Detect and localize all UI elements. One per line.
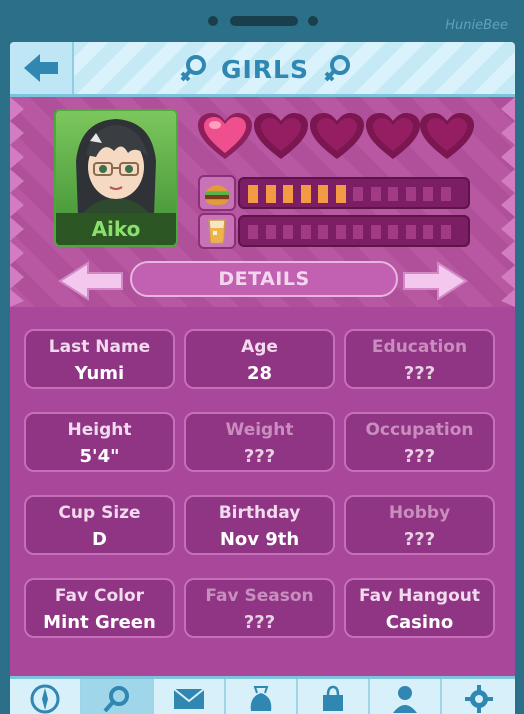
heart-icon bbox=[198, 113, 252, 159]
meter-segment-empty bbox=[300, 225, 311, 239]
nav-girls-button[interactable] bbox=[82, 679, 154, 714]
thirst-bar bbox=[238, 215, 470, 247]
girl-portrait[interactable]: Aiko bbox=[54, 109, 178, 247]
meter-segment-empty bbox=[440, 187, 451, 201]
nav-bag-button[interactable] bbox=[226, 679, 298, 714]
detail-card-cup-size: Cup Size D bbox=[24, 495, 175, 555]
detail-card-birthday: Birthday Nov 9th bbox=[184, 495, 335, 555]
detail-card-fav-hangout: Fav Hangout Casino bbox=[344, 578, 495, 638]
arrow-right-icon[interactable] bbox=[402, 261, 468, 301]
nav-profile-button[interactable] bbox=[370, 679, 442, 714]
meter-segment-filled bbox=[335, 185, 346, 203]
meter-segment-empty bbox=[248, 225, 258, 239]
device-frame: HunieBee GIRLS Aiko DETAILS Last Name Yu… bbox=[0, 0, 524, 714]
hunger-bar bbox=[238, 177, 470, 209]
meter-segment-filled bbox=[300, 185, 311, 203]
drink-glass-icon bbox=[198, 213, 236, 249]
heart-empty-icon bbox=[254, 113, 308, 159]
detail-card-hobby: Hobby??? bbox=[344, 495, 495, 555]
bag-icon bbox=[250, 686, 272, 711]
details-banner: DETAILS bbox=[10, 257, 515, 309]
heart-empty-icon bbox=[420, 113, 474, 159]
search-icon bbox=[103, 686, 129, 713]
detail-card-weight: Weight??? bbox=[184, 412, 335, 472]
meter-segment-empty bbox=[370, 187, 381, 201]
shopping-icon bbox=[323, 685, 343, 711]
details-title: DETAILS bbox=[218, 268, 310, 290]
nav-settings-button[interactable] bbox=[442, 679, 515, 714]
bottom-nav bbox=[10, 676, 515, 714]
heart-empty-icon bbox=[310, 113, 364, 159]
nav-compass-button[interactable] bbox=[10, 679, 82, 714]
arrow-left-icon[interactable] bbox=[58, 261, 124, 301]
meter-segment-empty bbox=[423, 225, 433, 239]
female-symbol-icon bbox=[180, 55, 206, 82]
meter-segment-filled bbox=[318, 185, 328, 203]
thirst-meter bbox=[198, 213, 470, 249]
details-title-pill: DETAILS bbox=[130, 261, 398, 297]
heart-empty-icon bbox=[366, 113, 420, 159]
female-symbol-icon bbox=[324, 55, 350, 82]
detail-card-education: Education??? bbox=[344, 329, 495, 389]
detail-card-fav-color: Fav Color Mint Green bbox=[24, 578, 175, 638]
meter-segment-empty bbox=[388, 187, 398, 201]
header: GIRLS bbox=[10, 42, 515, 97]
detail-card-height: Height 5'4" bbox=[24, 412, 175, 472]
meter-segment-empty bbox=[265, 225, 276, 239]
meter-segment-empty bbox=[388, 225, 398, 239]
gear-icon bbox=[464, 685, 493, 713]
details-grid: Last Name Yumi Age 28 Education??? Height 5… bbox=[24, 329, 501, 641]
screen: GIRLS Aiko DETAILS Last Name Yumi Age 28… bbox=[10, 42, 515, 714]
mail-icon bbox=[173, 688, 205, 709]
title-area: GIRLS bbox=[170, 52, 360, 86]
portrait-image bbox=[76, 119, 156, 215]
meter-segment-empty bbox=[405, 225, 416, 239]
girl-name-label: Aiko bbox=[56, 213, 176, 245]
speaker-grille bbox=[208, 14, 320, 26]
meter-segment-empty bbox=[353, 225, 363, 239]
meter-segment-filled bbox=[283, 185, 293, 203]
compass-icon bbox=[30, 684, 60, 714]
meter-segment-empty bbox=[353, 187, 363, 201]
hunger-meter bbox=[198, 175, 470, 211]
affection-hearts bbox=[196, 109, 476, 165]
meter-segment-filled bbox=[248, 185, 258, 203]
detail-card-age: Age 28 bbox=[184, 329, 335, 389]
person-icon bbox=[393, 686, 417, 713]
detail-card-last-name: Last Name Yumi bbox=[24, 329, 175, 389]
back-button[interactable] bbox=[10, 42, 74, 94]
meter-segment-empty bbox=[440, 225, 451, 239]
detail-card-occupation: Occupation??? bbox=[344, 412, 495, 472]
meter-segment-empty bbox=[370, 225, 381, 239]
hamburger-icon bbox=[198, 175, 236, 211]
meter-segment-empty bbox=[405, 187, 416, 201]
meter-segment-filled bbox=[265, 185, 276, 203]
nav-mail-button[interactable] bbox=[154, 679, 226, 714]
meter-segment-empty bbox=[423, 187, 433, 201]
detail-card-fav-season: Fav Season??? bbox=[184, 578, 335, 638]
meter-segment-empty bbox=[283, 225, 293, 239]
brand-logo: HunieBee bbox=[445, 18, 508, 33]
page-title: GIRLS bbox=[220, 54, 309, 84]
meter-segment-empty bbox=[318, 225, 328, 239]
nav-shop-button[interactable] bbox=[298, 679, 370, 714]
meter-segment-empty bbox=[335, 225, 346, 239]
back-arrow-icon bbox=[24, 54, 58, 82]
